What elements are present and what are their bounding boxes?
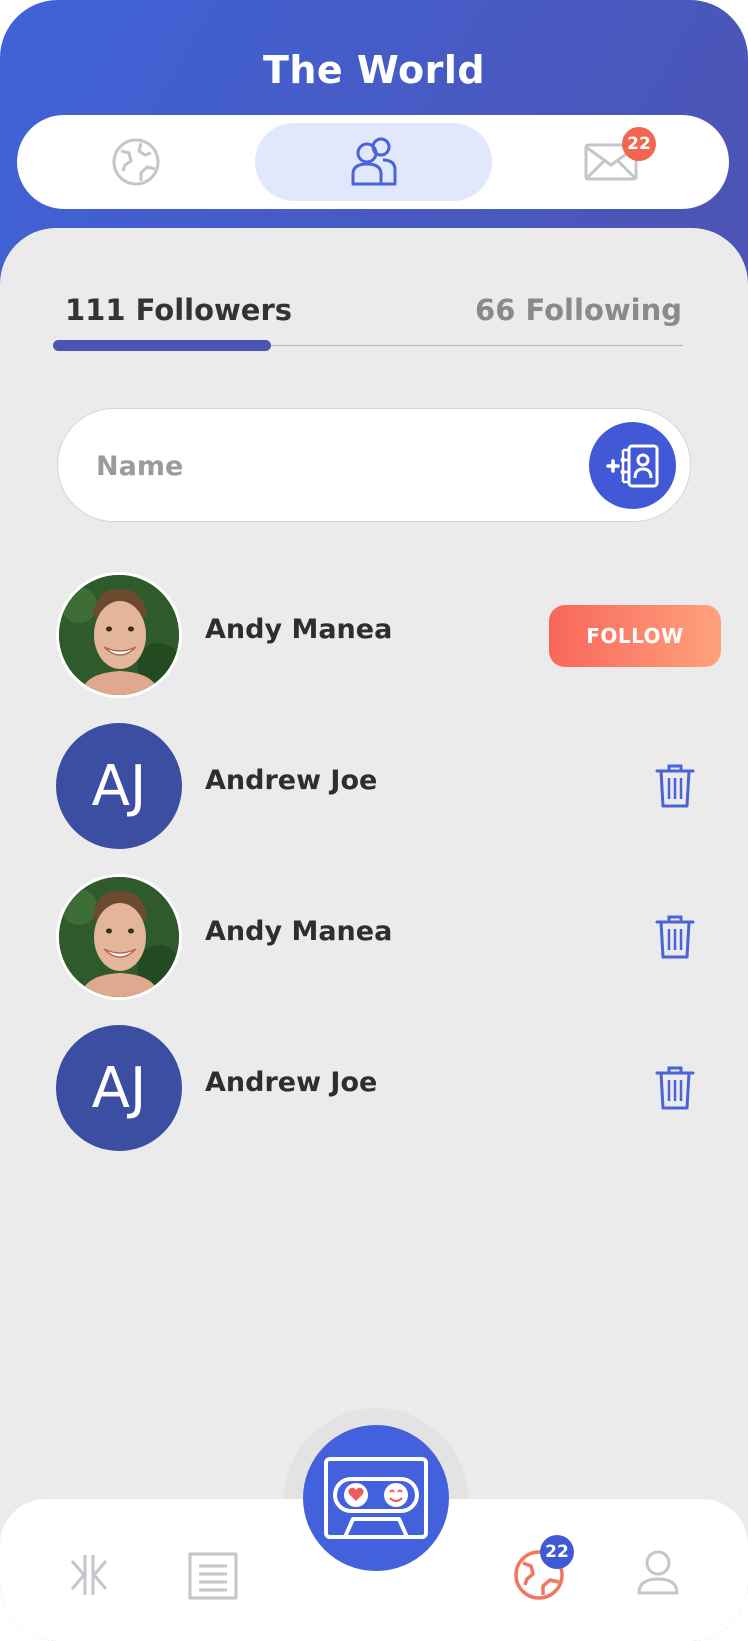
- avatar: [56, 874, 182, 1000]
- name-search-input[interactable]: [94, 439, 548, 493]
- person-name: Andy Manea: [205, 916, 393, 947]
- followers-tab[interactable]: 111 Followers: [65, 293, 292, 327]
- follow-button[interactable]: FOLLOW: [549, 605, 721, 667]
- avatar: AJ: [56, 1025, 182, 1151]
- split-arrows-icon: [70, 1555, 108, 1595]
- tab-world[interactable]: [17, 123, 254, 201]
- profile-photo-icon: [59, 877, 179, 997]
- avatar: AJ: [56, 723, 182, 849]
- app-screen: The World 22 111 Followers 66 Following …: [0, 0, 748, 1641]
- avatar: [56, 572, 182, 698]
- trash-icon[interactable]: [655, 1065, 695, 1111]
- person-name: Andy Manea: [205, 614, 393, 645]
- segment-indicator: [53, 340, 271, 351]
- document-icon: [188, 1552, 238, 1600]
- add-contact-button[interactable]: [589, 422, 676, 509]
- nav-profile[interactable]: [636, 1549, 680, 1601]
- tab-messages[interactable]: 22: [492, 123, 729, 201]
- page-title: The World: [262, 48, 486, 92]
- person-name: Andrew Joe: [205, 765, 378, 796]
- search-bar: [57, 408, 691, 522]
- list-item[interactable]: Andy Manea FOLLOW: [0, 572, 748, 702]
- globe-icon: [112, 138, 159, 186]
- trash-icon[interactable]: [655, 914, 695, 960]
- trash-icon[interactable]: [655, 763, 695, 809]
- top-tab-bar: 22: [17, 115, 729, 209]
- messages-badge: 22: [622, 127, 656, 161]
- following-tab[interactable]: 66 Following: [475, 293, 682, 327]
- profile-photo-icon: [59, 575, 179, 695]
- user-icon: [637, 1550, 679, 1595]
- nav-feed[interactable]: [188, 1552, 238, 1604]
- list-item[interactable]: AJ Andrew Joe: [0, 1025, 748, 1155]
- center-action-button[interactable]: [303, 1425, 449, 1571]
- people-icon: [351, 137, 396, 186]
- world-badge: 22: [540, 1535, 574, 1569]
- tab-people[interactable]: [255, 123, 492, 201]
- list-item[interactable]: AJ Andrew Joe: [0, 723, 748, 853]
- add-contact-icon: [605, 444, 658, 487]
- nav-connect[interactable]: [68, 1553, 110, 1601]
- list-item[interactable]: Andy Manea: [0, 874, 748, 1004]
- cassette-icon: [324, 1457, 428, 1539]
- person-name: Andrew Joe: [205, 1067, 378, 1098]
- nav-world[interactable]: 22: [513, 1535, 574, 1605]
